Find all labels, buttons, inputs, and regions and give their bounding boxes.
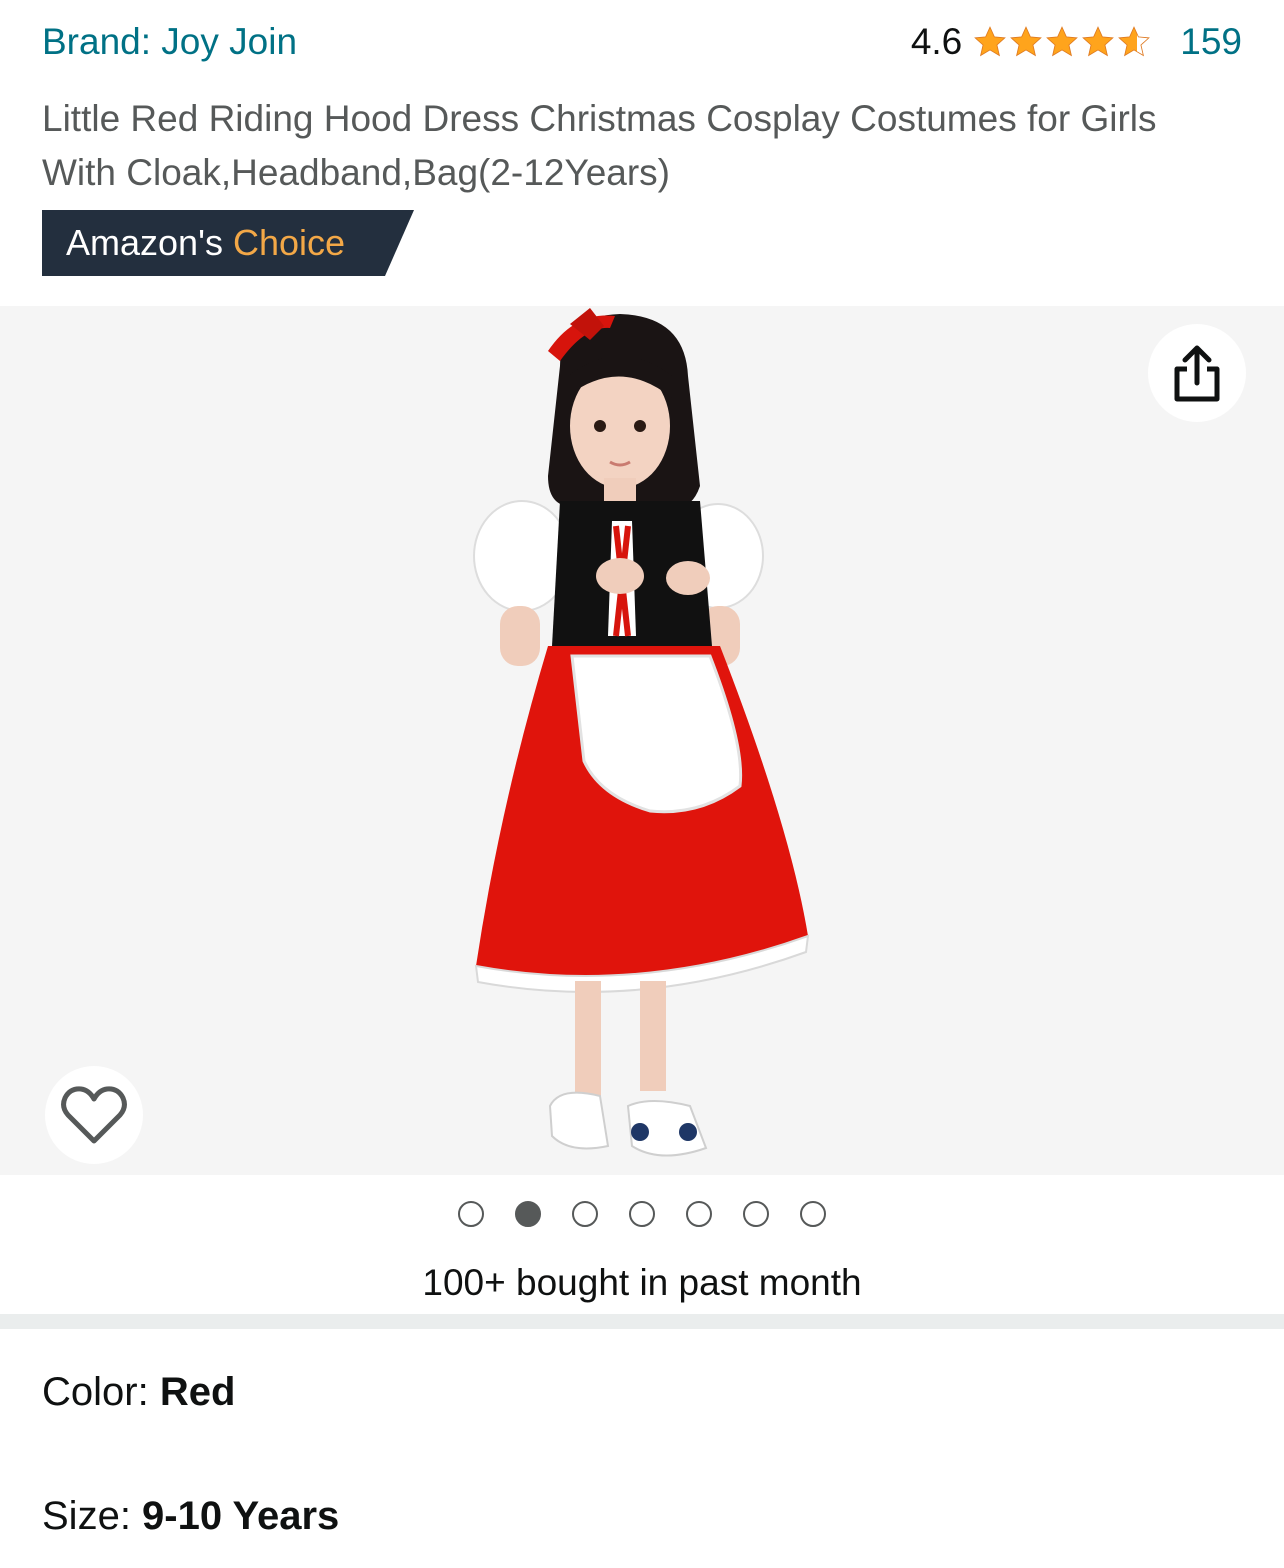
product-title: Little Red Riding Hood Dress Christmas C… (42, 98, 1157, 193)
pagination-dot[interactable] (458, 1201, 484, 1227)
pagination-dot[interactable] (629, 1201, 655, 1227)
color-value: Red (159, 1370, 236, 1414)
review-count[interactable]: 159 (1180, 21, 1242, 63)
amazons-choice-badge: Amazon's Choice (42, 210, 414, 276)
size-value: 9-10 Years (142, 1494, 340, 1538)
bought-in-past-month: 100+ bought in past month (422, 1262, 862, 1303)
rating-value: 4.6 (910, 21, 963, 62)
pagination-dot[interactable] (800, 1201, 826, 1227)
color-label: Color: (42, 1370, 160, 1414)
star-icon (1046, 26, 1079, 57)
share-icon (1174, 345, 1220, 402)
pagination-dot[interactable] (743, 1201, 769, 1227)
badge-accent: Choice (232, 222, 346, 263)
badge-prefix: Amazon's (66, 222, 233, 263)
color-selection[interactable]: Color: Red (42, 1370, 235, 1415)
star-icon (974, 26, 1007, 57)
size-label: Size: (42, 1494, 143, 1538)
wishlist-button[interactable] (45, 1066, 143, 1164)
product-image-gallery[interactable] (0, 306, 1284, 1175)
star-rating (972, 25, 1152, 59)
pagination-dot-active[interactable] (515, 1201, 541, 1227)
section-divider (0, 1314, 1284, 1329)
heart-icon (61, 1086, 127, 1144)
share-button[interactable] (1148, 324, 1246, 422)
pagination-dot[interactable] (572, 1201, 598, 1227)
image-pagination (0, 1198, 1284, 1230)
header-row: Brand: Joy Join 4.6 159 (42, 14, 1242, 70)
size-selection[interactable]: Size: 9-10 Years (42, 1494, 339, 1539)
star-half-icon (1118, 26, 1151, 57)
brand-link[interactable]: Brand: Joy Join (42, 21, 297, 63)
product-image[interactable] (0, 306, 1284, 1175)
pagination-dot[interactable] (686, 1201, 712, 1227)
star-icon (1010, 26, 1043, 57)
star-icon (1082, 26, 1115, 57)
badge-label: Amazon's Choice (66, 210, 345, 276)
rating-summary[interactable]: 4.6 159 (911, 21, 1242, 63)
